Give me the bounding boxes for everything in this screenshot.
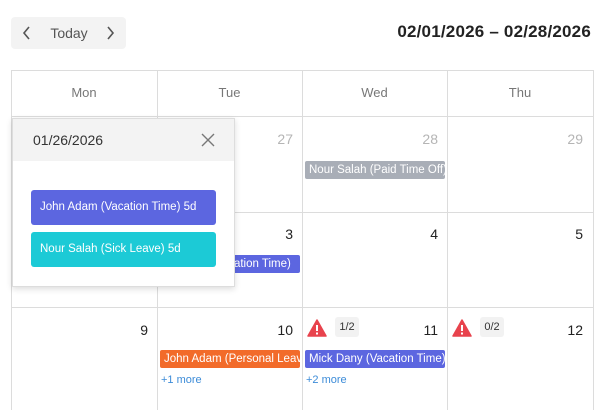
weekday-thu: Thu — [508, 85, 532, 100]
prev-month-button[interactable] — [13, 17, 41, 49]
day-number[interactable]: 27 — [263, 131, 293, 147]
next-month-button[interactable] — [96, 17, 124, 49]
day-number[interactable]: 10 — [263, 322, 293, 338]
warning-icon[interactable] — [452, 319, 472, 337]
more-link[interactable]: +1 more — [161, 374, 202, 386]
weekday-mon: Mon — [71, 85, 97, 100]
close-icon[interactable] — [199, 131, 217, 149]
grid-line — [11, 307, 594, 308]
popover-date: 01/26/2026 — [33, 132, 104, 148]
day-events-popover: 01/26/2026 John Adam (Vacation Time) 5d … — [12, 118, 235, 287]
popover-header: 01/26/2026 — [13, 119, 234, 161]
day-number[interactable]: 5 — [553, 226, 583, 242]
day-number[interactable]: 12 — [553, 322, 583, 338]
chevron-right-icon — [107, 26, 115, 40]
day-number[interactable]: 29 — [553, 131, 583, 147]
chevron-left-icon — [22, 26, 30, 40]
grid-line — [447, 70, 448, 410]
weekday-tue: Tue — [218, 85, 241, 100]
grid-line — [302, 70, 303, 410]
count-badge: 1/2 — [335, 317, 359, 337]
warning-icon[interactable] — [307, 319, 327, 337]
day-number[interactable]: 3 — [263, 226, 293, 242]
weekday-wed: Wed — [361, 85, 388, 100]
toolbar: Today — [11, 17, 126, 49]
day-number[interactable]: 28 — [408, 131, 438, 147]
today-button[interactable]: Today — [45, 17, 93, 49]
event-chip[interactable]: John Adam (Personal Leave) — [160, 350, 300, 368]
more-link[interactable]: +2 more — [306, 374, 347, 386]
event-chip[interactable]: Mick Dany (Vacation Time) — [305, 350, 445, 368]
date-range-title: 02/01/2026 – 02/28/2026 — [397, 22, 591, 41]
day-number[interactable]: 11 — [408, 322, 438, 338]
popover-event[interactable]: Nour Salah (Sick Leave) 5d — [31, 232, 216, 267]
popover-event[interactable]: John Adam (Vacation Time) 5d — [31, 190, 216, 225]
count-badge: 0/2 — [480, 317, 504, 337]
day-number[interactable]: 9 — [118, 322, 148, 338]
event-chip[interactable]: Nour Salah (Paid Time Off) — [305, 161, 445, 179]
grid-line — [11, 116, 594, 117]
day-number[interactable]: 4 — [408, 226, 438, 242]
